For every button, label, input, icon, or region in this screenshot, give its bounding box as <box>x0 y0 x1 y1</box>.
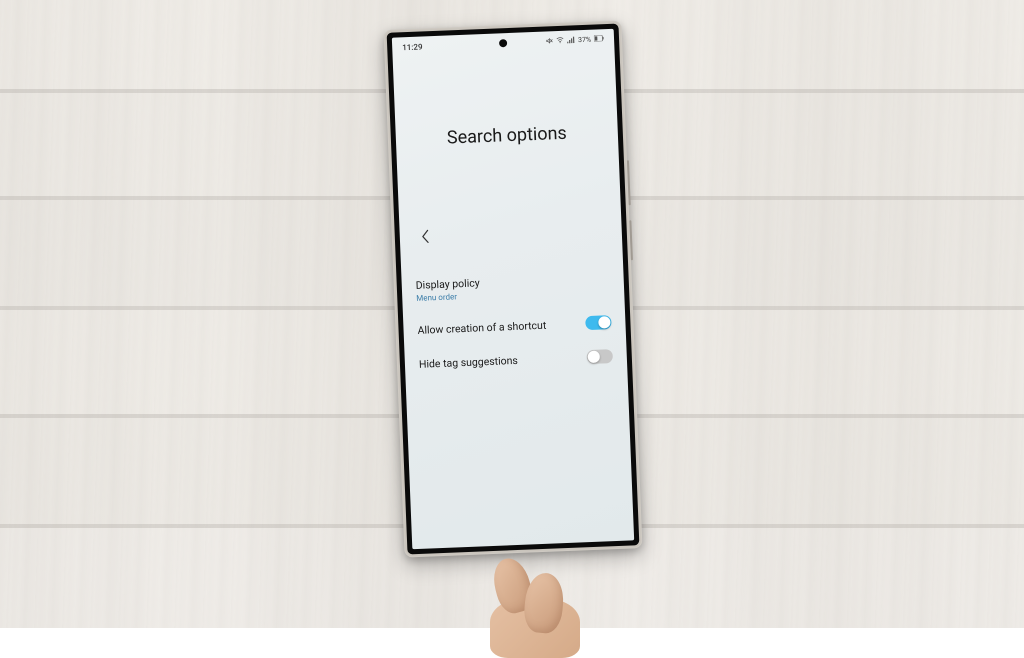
phone-screen: 11:29 37% Search options <box>392 29 634 549</box>
toggle-thumb <box>598 316 610 328</box>
hide-tag-suggestions-label: Hide tag suggestions <box>419 353 518 370</box>
hide-tag-suggestions-toggle[interactable] <box>587 349 614 364</box>
battery-icon <box>594 35 604 43</box>
chevron-left-icon <box>422 229 431 243</box>
phone-device: 11:29 37% Search options <box>384 20 643 557</box>
status-time: 11:29 <box>402 42 423 52</box>
allow-shortcut-toggle[interactable] <box>585 315 612 330</box>
settings-list: Display policy Menu order Allow creation… <box>415 261 613 381</box>
signal-icon <box>567 36 575 45</box>
hide-tag-suggestions-setting: Hide tag suggestions <box>418 339 613 381</box>
setting-text-group: Allow creation of a shortcut <box>417 318 546 336</box>
display-policy-setting[interactable]: Display policy Menu order <box>415 261 611 313</box>
status-indicators: 37% <box>546 35 604 46</box>
setting-text-group: Display policy Menu order <box>416 276 481 303</box>
display-policy-label: Display policy <box>416 276 480 292</box>
setting-text-group: Hide tag suggestions <box>419 353 518 370</box>
display-policy-value: Menu order <box>416 291 480 303</box>
battery-percent: 37% <box>578 36 591 45</box>
back-button[interactable] <box>413 224 438 249</box>
toggle-thumb <box>588 351 600 363</box>
mute-icon <box>546 37 553 46</box>
page-title: Search options <box>396 121 619 151</box>
human-hand <box>475 548 615 648</box>
allow-shortcut-label: Allow creation of a shortcut <box>417 318 546 336</box>
wifi-icon <box>556 36 564 45</box>
